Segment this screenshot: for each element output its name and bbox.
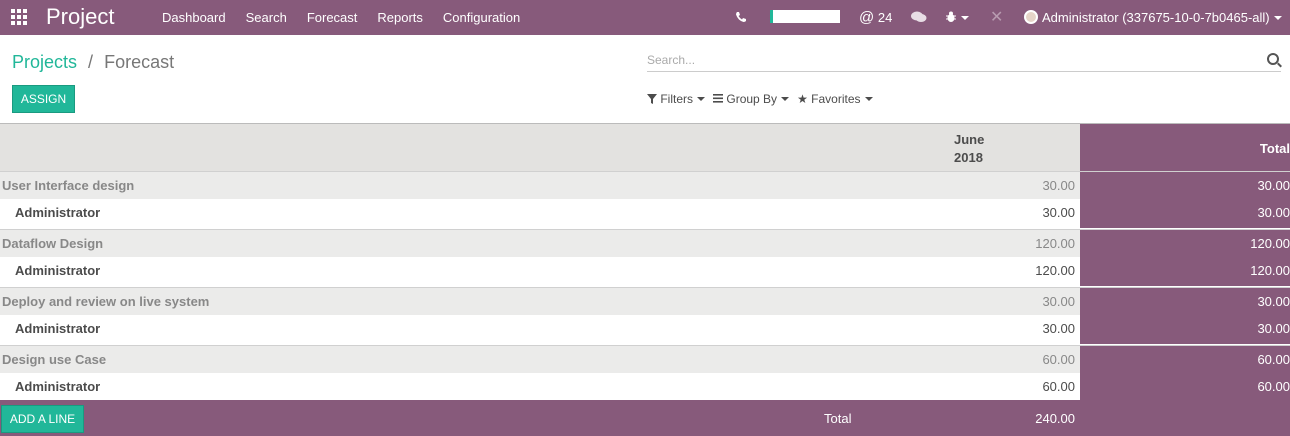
menu-forecast[interactable]: Forecast: [297, 0, 368, 35]
filters-dropdown[interactable]: Filters: [647, 92, 706, 106]
search-box: [647, 50, 1281, 72]
row-total: 30.00: [1257, 294, 1290, 309]
cell-value[interactable]: 30.00: [1042, 199, 1075, 227]
user-label: Administrator: [15, 379, 101, 394]
table-row: User Interface design 30.00 30.00: [0, 171, 1290, 200]
user-label: Administrator: [15, 321, 101, 336]
debug-icon[interactable]: [945, 0, 969, 35]
project-label: User Interface design: [2, 178, 135, 193]
row-total: 30.00: [1257, 321, 1290, 336]
apps-menu-icon[interactable]: [11, 9, 27, 25]
search-options: Filters Group By ★ Favorites: [647, 92, 881, 106]
call-progress-bar: [770, 10, 840, 23]
row-total: 60.00: [1257, 352, 1290, 367]
menu-reports[interactable]: Reports: [367, 0, 433, 35]
assign-button[interactable]: ASSIGN: [12, 85, 75, 113]
row-total: 60.00: [1257, 379, 1290, 394]
table-row: Administrator 120.00 120.00: [0, 257, 1290, 286]
breadcrumb-current: Forecast: [104, 52, 175, 72]
grid-header: June 2018 Total: [0, 124, 1290, 171]
grid-footer: ADD A LINE Total 240.00: [0, 400, 1290, 436]
phone-icon[interactable]: [735, 0, 747, 35]
breadcrumb-projects-link[interactable]: Projects: [12, 52, 77, 72]
at-icon: @: [859, 9, 875, 26]
user-label: Administrator: [15, 205, 101, 220]
table-row: Administrator 30.00 30.00: [0, 315, 1290, 344]
filter-icon: [647, 94, 657, 104]
row-total: 30.00: [1257, 178, 1290, 193]
row-total: 120.00: [1250, 263, 1290, 278]
project-label: Design use Case: [2, 352, 107, 367]
footer-total-label: Total: [824, 411, 852, 426]
table-row: Dataflow Design 120.00 120.00: [0, 229, 1290, 258]
menu-dashboard[interactable]: Dashboard: [152, 0, 236, 35]
chevron-down-icon: [1273, 16, 1282, 20]
footer-total-value: 240.00: [1035, 411, 1075, 426]
list-icon: [713, 94, 724, 103]
project-label: Dataflow Design: [2, 236, 104, 251]
column-header-total: Total: [1080, 124, 1290, 171]
favorites-dropdown[interactable]: ★ Favorites: [797, 92, 873, 106]
row-total: 30.00: [1257, 205, 1290, 220]
menu-search[interactable]: Search: [236, 0, 297, 35]
app-brand: Project: [46, 4, 115, 29]
project-value: 120.00: [1035, 236, 1075, 251]
breadcrumb: Projects / Forecast: [12, 52, 174, 73]
project-value: 60.00: [1042, 352, 1075, 367]
forecast-grid: June 2018 Total User Interface design 30…: [0, 123, 1290, 402]
project-value: 30.00: [1042, 294, 1075, 309]
cell-value[interactable]: 120.00: [1035, 257, 1075, 285]
chat-icon[interactable]: [911, 0, 927, 35]
cell-value[interactable]: 60.00: [1042, 373, 1075, 401]
project-label: Deploy and review on live system: [2, 294, 210, 309]
cell-value[interactable]: 30.00: [1042, 315, 1075, 343]
search-input[interactable]: [647, 50, 1247, 70]
tools-icon[interactable]: ✕: [990, 0, 1003, 35]
group-by-dropdown[interactable]: Group By: [713, 92, 790, 106]
add-line-button[interactable]: ADD A LINE: [1, 405, 84, 433]
breadcrumb-separator: /: [88, 52, 94, 72]
search-icon[interactable]: [1267, 53, 1279, 65]
avatar: [1024, 10, 1038, 24]
user-label: Administrator: [15, 263, 101, 278]
project-value: 30.00: [1042, 178, 1075, 193]
main-menu: Dashboard Search Forecast Reports Config…: [152, 0, 530, 35]
table-row: Administrator 30.00 30.00: [0, 199, 1290, 228]
table-row: Administrator 60.00 60.00: [0, 373, 1290, 402]
top-navbar: Project Dashboard Search Forecast Report…: [0, 0, 1290, 35]
menu-configuration[interactable]: Configuration: [433, 0, 530, 35]
mentions-indicator[interactable]: @ 24: [859, 0, 892, 35]
table-row: Deploy and review on live system 30.00 3…: [0, 287, 1290, 316]
star-icon: ★: [797, 92, 808, 106]
user-menu[interactable]: Administrator (337675-10-0-7b0465-all): [1024, 0, 1282, 35]
table-row: Design use Case 60.00 60.00: [0, 345, 1290, 374]
column-header-month: June 2018: [954, 132, 985, 165]
row-total: 120.00: [1250, 236, 1290, 251]
